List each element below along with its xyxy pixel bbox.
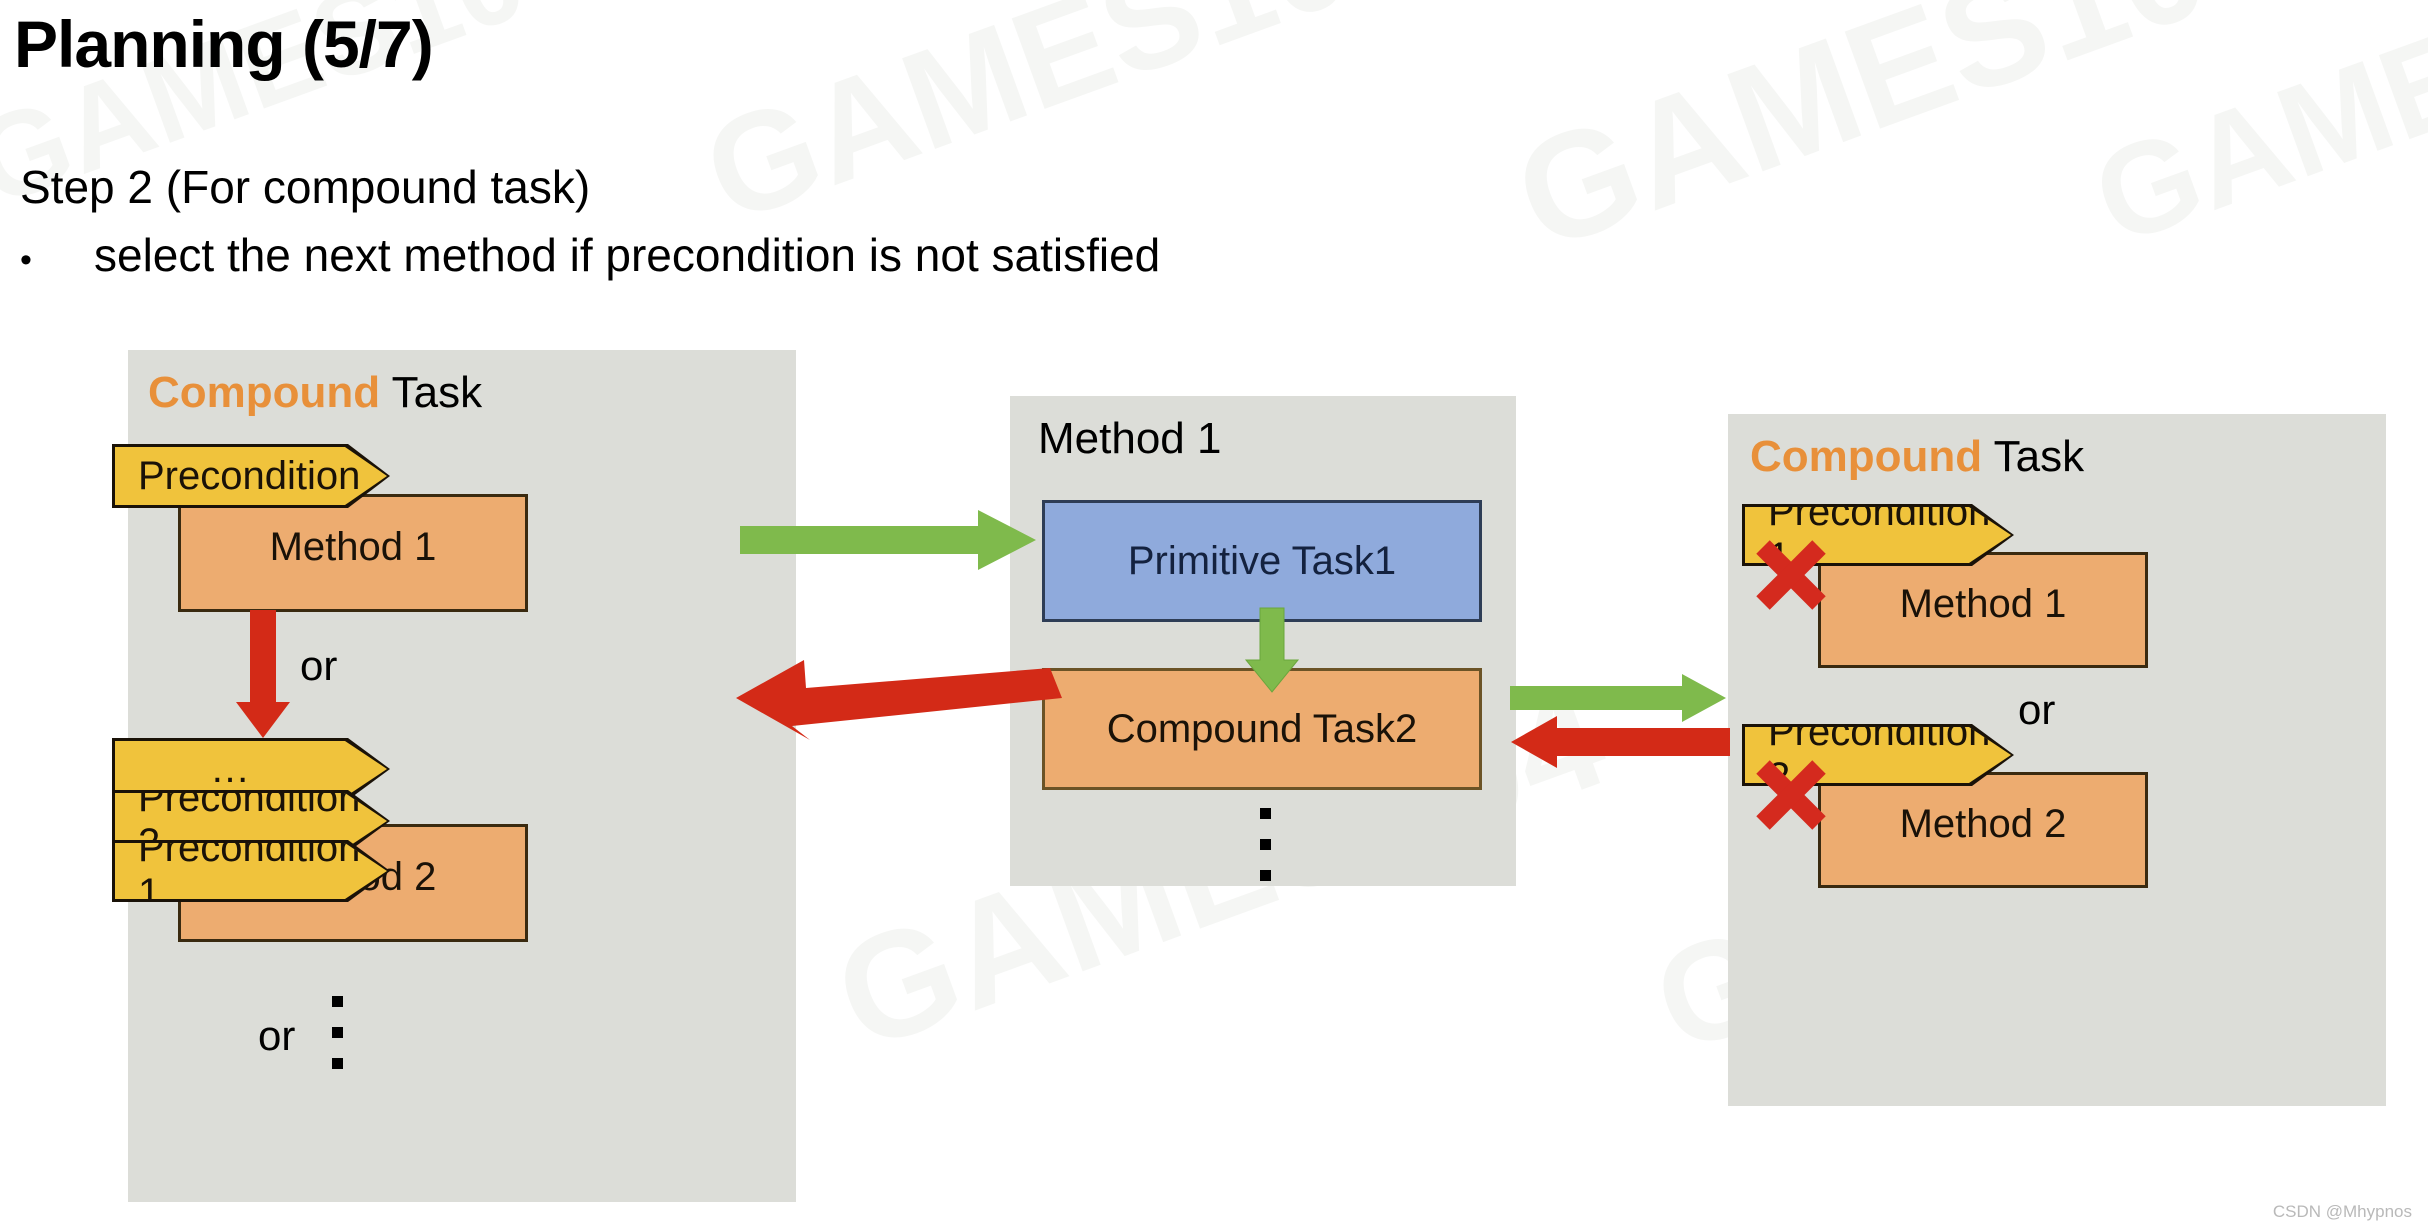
watermark-text: GAMES104 bbox=[685, 0, 1442, 253]
x-mark-icon bbox=[1756, 760, 1826, 830]
left-panel-title-accent: Compound bbox=[148, 368, 381, 417]
left-compound-task-panel: Compound Task Method 1 Precondition or …… bbox=[128, 350, 796, 1202]
watermark-text: GAMES104 bbox=[2075, 0, 2428, 273]
bullet-label: select the next method if precondition i… bbox=[94, 229, 1161, 281]
bullet-item: • select the next method if precondition… bbox=[20, 228, 1160, 282]
middle-method-panel: Method 1 Primitive Task1 Compound Task2 bbox=[1010, 396, 1516, 886]
middle-panel-title: Method 1 bbox=[1038, 414, 1222, 463]
right-panel-title-accent: Compound bbox=[1750, 432, 1983, 481]
primitive-task-1-box: Primitive Task1 bbox=[1042, 500, 1482, 622]
bullet-marker: • bbox=[20, 241, 32, 279]
right-panel-title-rest: Task bbox=[1982, 432, 2085, 481]
left-or-label-1: or bbox=[300, 642, 338, 689]
right-compound-task-panel: Compound Task Method 1 Precondition 1 or… bbox=[1728, 414, 2386, 1106]
left-or-label-2: or bbox=[258, 1012, 296, 1059]
right-method-1-label: Method 1 bbox=[1899, 581, 2067, 626]
right-panel-title: Compound Task bbox=[1750, 432, 2084, 482]
left-method-1-label: Method 1 bbox=[269, 524, 437, 569]
left-panel-title: Compound Task bbox=[148, 368, 482, 418]
right-method-2-box: Method 2 bbox=[1818, 772, 2148, 888]
page-title: Planning (5/7) bbox=[14, 7, 434, 81]
arrow-middle-to-left-return bbox=[736, 660, 1062, 740]
watermark-credit: CSDN @Mhypnos bbox=[2272, 1202, 2412, 1221]
middle-vertical-ellipsis bbox=[1260, 808, 1271, 901]
left-panel-title-rest: Task bbox=[380, 368, 483, 417]
left-vertical-ellipsis bbox=[332, 996, 343, 1089]
arrow-primitive-to-compound bbox=[1244, 607, 1300, 693]
arrow-right-to-middle-return bbox=[1511, 716, 1730, 768]
watermark-text: GAMES104 bbox=[1495, 0, 2305, 282]
step-heading: Step 2 (For compound task) bbox=[20, 161, 591, 213]
x-mark-icon bbox=[1756, 540, 1826, 610]
right-method-1-box: Method 1 bbox=[1818, 552, 2148, 668]
right-method-2-label: Method 2 bbox=[1899, 801, 2067, 846]
slide-canvas: GAMES104 GAMES104 GAMES104 GAMES104 GAME… bbox=[0, 0, 2428, 1228]
compound-task-2-label: Compound Task2 bbox=[1106, 706, 1418, 751]
primitive-task-1-label: Primitive Task1 bbox=[1127, 538, 1397, 583]
arrow-method1-to-next-method bbox=[236, 610, 290, 738]
left-precondition-0: Precondition bbox=[115, 447, 387, 505]
left-precondition-ellipsis: … bbox=[115, 741, 387, 797]
right-or-label: or bbox=[2018, 686, 2056, 733]
left-method-1-box: Method 1 bbox=[178, 494, 528, 612]
left-precondition-1: Precondition 1 bbox=[115, 843, 387, 899]
